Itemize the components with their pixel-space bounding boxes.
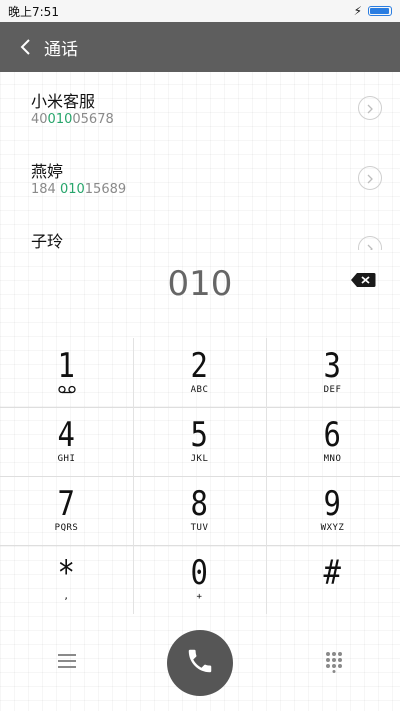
voicemail-icon	[57, 385, 76, 396]
dialed-number: 010	[167, 264, 233, 304]
phone-icon	[185, 646, 215, 680]
dial-display: 010	[0, 250, 400, 338]
contact-suggestions: 小米客服 4001005678 燕婷 184 01015689 子玲	[0, 72, 400, 250]
contact-item[interactable]: 子玲	[0, 212, 400, 250]
status-bar: 晚上7:51 ⚡	[0, 0, 400, 22]
contact-name: 子玲	[31, 232, 64, 250]
contact-name: 燕婷	[31, 162, 64, 181]
backspace-icon[interactable]	[350, 272, 376, 288]
key-1[interactable]: 1	[0, 338, 133, 407]
battery-icon	[368, 6, 392, 16]
key-2[interactable]: 2 ABC	[133, 338, 266, 407]
key-0[interactable]: 0 +	[133, 545, 266, 614]
key-3[interactable]: 3 DEF	[266, 338, 399, 407]
menu-icon[interactable]	[56, 652, 78, 670]
status-icons: ⚡	[354, 4, 392, 18]
key-star[interactable]: * ,	[0, 545, 133, 614]
key-9[interactable]: 9 WXYZ	[266, 476, 399, 545]
contact-detail-button[interactable]	[358, 166, 382, 190]
contact-name: 小米客服	[31, 92, 96, 111]
key-8[interactable]: 8 TUV	[133, 476, 266, 545]
chevron-right-icon	[366, 169, 374, 188]
contact-detail-button[interactable]	[358, 236, 382, 250]
contact-number: 4001005678	[31, 112, 114, 127]
chevron-right-icon	[366, 239, 374, 250]
contact-detail-button[interactable]	[358, 96, 382, 120]
charging-icon: ⚡	[353, 4, 362, 18]
app-bar: 通话	[0, 22, 400, 72]
chevron-right-icon	[366, 99, 374, 118]
status-time: 晚上7:51	[8, 4, 59, 19]
back-arrow-icon[interactable]	[14, 36, 36, 58]
contact-item[interactable]: 燕婷 184 01015689	[0, 142, 400, 212]
call-button[interactable]	[167, 630, 233, 696]
key-6[interactable]: 6 MNO	[266, 407, 399, 476]
bottom-action-bar	[0, 614, 400, 711]
dialpad-icon[interactable]	[323, 651, 345, 673]
key-5[interactable]: 5 JKL	[133, 407, 266, 476]
contact-number: 184 01015689	[31, 182, 127, 197]
page-title: 通话	[44, 39, 78, 60]
keypad: 1 2 ABC 3 DEF 4 GHI 5 JKL 6 MNO 7 PQRS 8…	[0, 338, 400, 614]
key-hash[interactable]: #	[266, 545, 399, 614]
contact-item[interactable]: 小米客服 4001005678	[0, 72, 400, 142]
key-7[interactable]: 7 PQRS	[0, 476, 133, 545]
key-4[interactable]: 4 GHI	[0, 407, 133, 476]
